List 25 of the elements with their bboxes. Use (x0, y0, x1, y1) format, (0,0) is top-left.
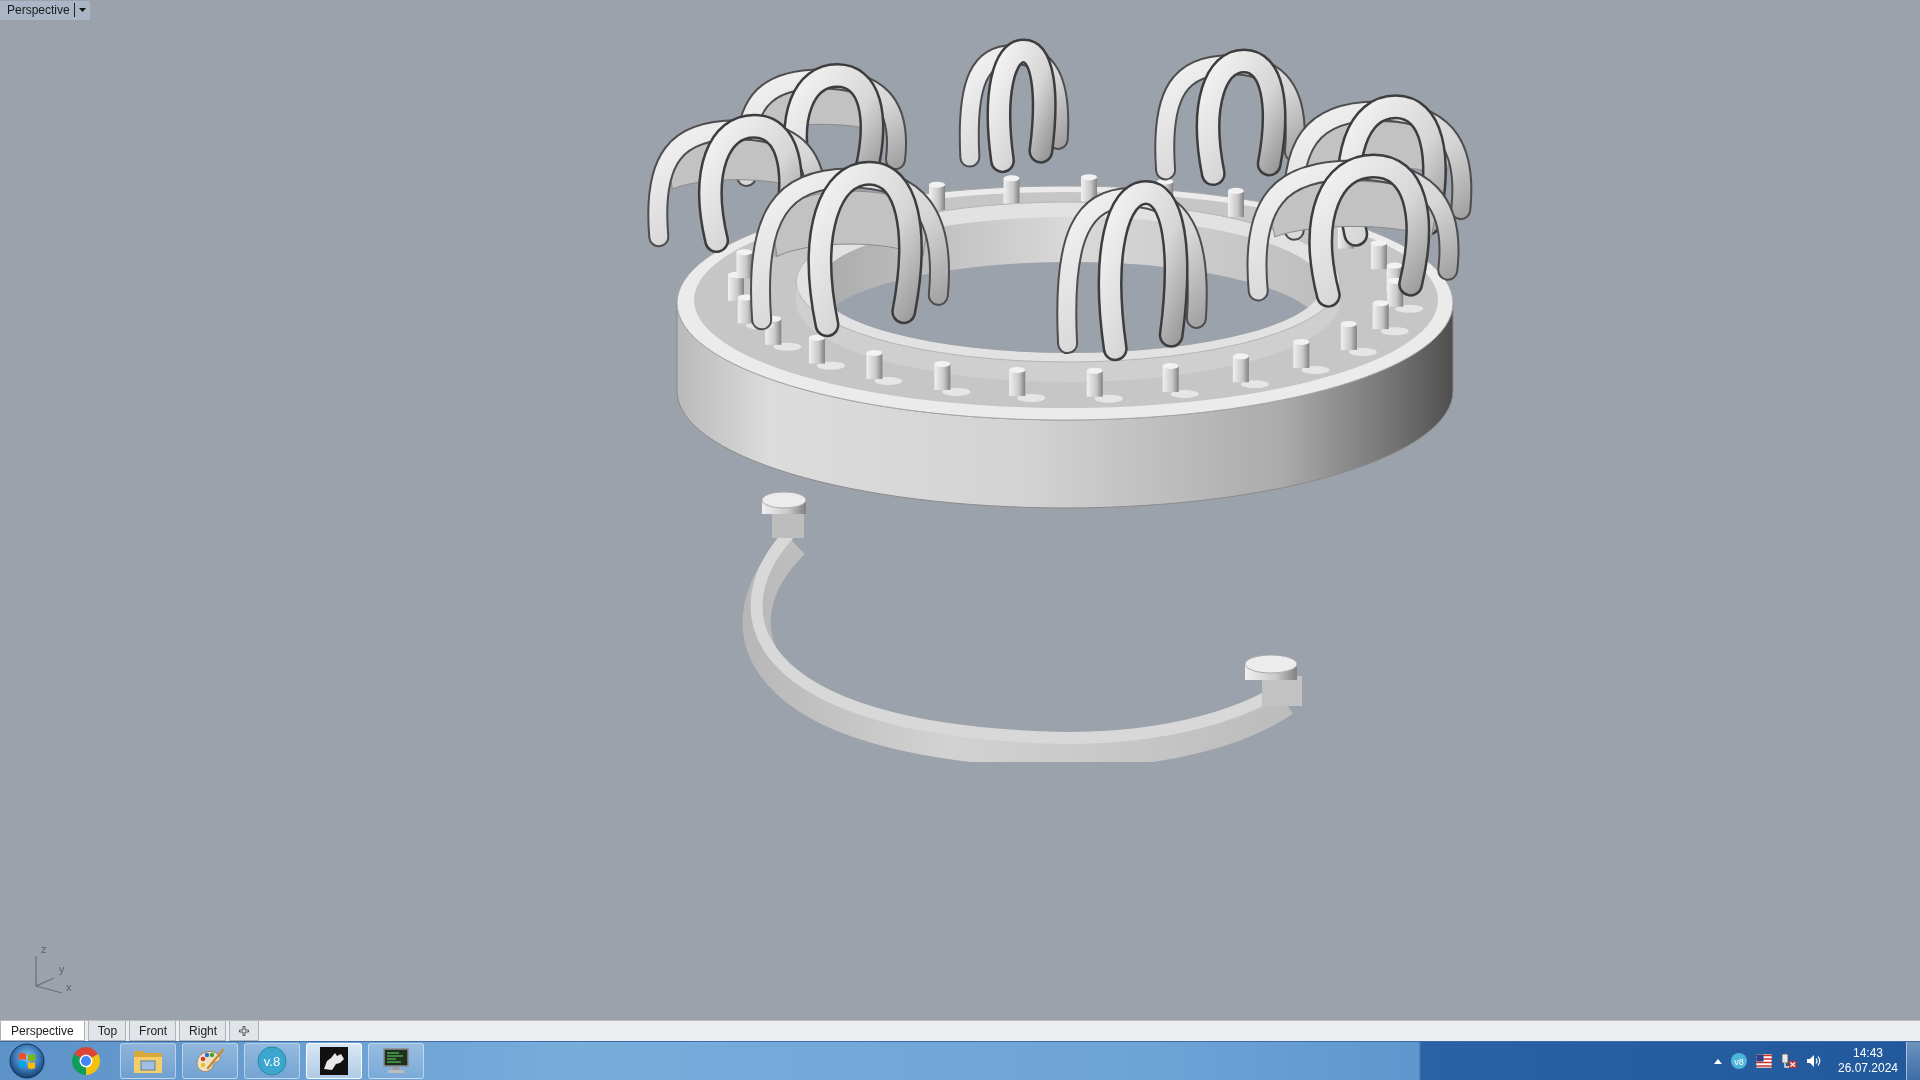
network-icon[interactable] (1781, 1053, 1797, 1069)
round-logo-icon (71, 1046, 101, 1076)
viewport-tab[interactable]: Right (179, 1021, 227, 1041)
round-badge-icon: v.8 (257, 1046, 287, 1076)
folder-icon (133, 1048, 163, 1074)
caret-up-icon[interactable] (1714, 1058, 1722, 1064)
plus-icon (239, 1025, 250, 1036)
animal-head-icon (319, 1046, 349, 1076)
palette-icon (195, 1047, 225, 1075)
viewport-tab[interactable]: Perspective (0, 1021, 85, 1041)
taskbar-app-button[interactable] (306, 1043, 362, 1079)
viewport-tab[interactable]: Front (129, 1021, 177, 1041)
speaker-icon[interactable] (1806, 1053, 1822, 1069)
axis-label: z (41, 944, 47, 955)
axis-label: x (66, 982, 72, 993)
show-desktop-button[interactable] (1906, 1042, 1920, 1080)
flag-icon[interactable] (1756, 1054, 1772, 1068)
monitor-icon (381, 1047, 411, 1075)
orb-icon (9, 1043, 45, 1079)
taskbar-app-button[interactable] (368, 1043, 424, 1079)
viewport-title-menu[interactable]: Perspective (0, 0, 90, 20)
axis-label: y (59, 964, 65, 975)
viewport-tab[interactable]: Top (87, 1021, 127, 1041)
clock-button[interactable]: 14:43 26.07.2024 (1834, 1043, 1902, 1079)
caret-down-icon (78, 8, 86, 12)
